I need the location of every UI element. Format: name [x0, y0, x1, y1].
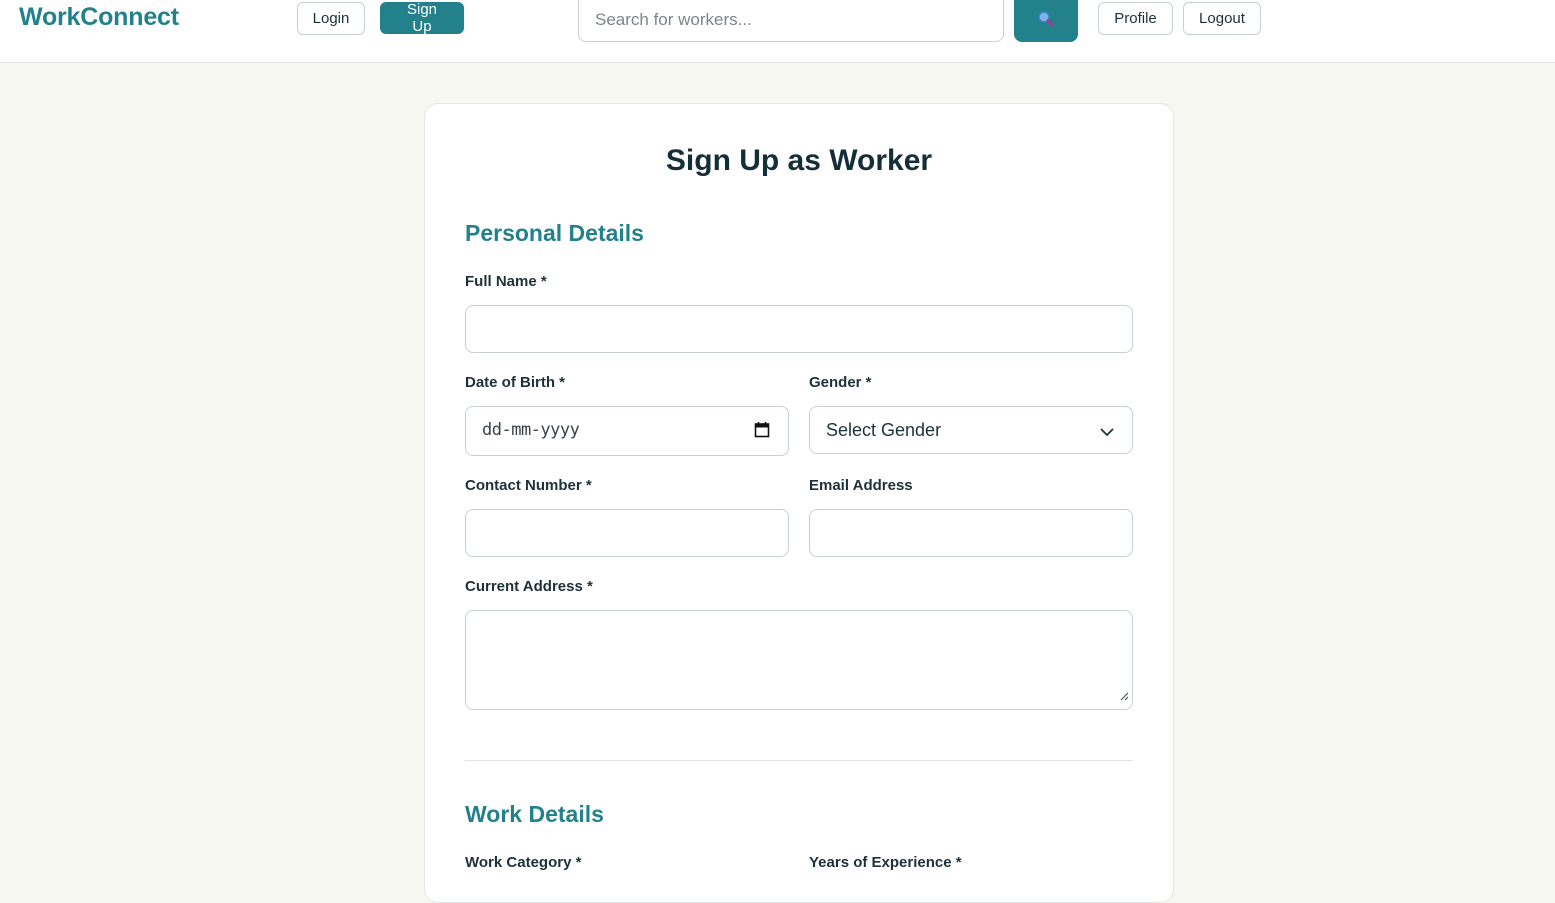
work-category-label: Work Category * — [465, 854, 582, 871]
current-address-label: Current Address * — [465, 578, 593, 595]
gender-label: Gender * — [809, 374, 872, 391]
profile-button[interactable]: Profile — [1098, 2, 1173, 35]
signup-form-card: Sign Up as Worker Personal Details Full … — [424, 103, 1174, 903]
full-name-input[interactable] — [465, 305, 1133, 353]
search-icon — [1037, 10, 1055, 31]
dob-label: Date of Birth * — [465, 374, 566, 391]
logout-button[interactable]: Logout — [1183, 2, 1261, 35]
contact-number-label: Contact Number * — [465, 477, 592, 494]
resize-handle-icon[interactable] — [1119, 688, 1129, 706]
signup-button[interactable]: Sign Up — [380, 1, 464, 35]
chevron-down-icon — [1100, 424, 1114, 442]
dob-placeholder: dd-mm-yyyy — [482, 420, 580, 440]
work-details-heading: Work Details — [465, 801, 604, 827]
contact-number-input[interactable] — [465, 509, 789, 557]
gender-select[interactable]: Select Gender — [809, 406, 1133, 454]
dob-input[interactable]: dd-mm-yyyy — [465, 406, 789, 456]
section-divider — [465, 760, 1133, 761]
calendar-icon[interactable] — [754, 421, 770, 443]
page-title: Sign Up as Worker — [665, 144, 933, 177]
search-input[interactable] — [578, 0, 1004, 42]
current-address-textarea[interactable] — [465, 610, 1133, 710]
email-label: Email Address — [809, 477, 913, 494]
top-navbar: WorkConnect Login Sign Up Profile Logout — [0, 0, 1555, 63]
personal-details-heading: Personal Details — [465, 220, 644, 246]
email-input[interactable] — [809, 509, 1133, 557]
gender-selected-value: Select Gender — [826, 420, 942, 440]
search-button[interactable] — [1014, 0, 1078, 42]
brand-logo[interactable]: WorkConnect — [19, 3, 179, 32]
experience-label: Years of Experience * — [809, 854, 962, 871]
full-name-label: Full Name * — [465, 273, 547, 290]
login-button[interactable]: Login — [297, 2, 365, 35]
